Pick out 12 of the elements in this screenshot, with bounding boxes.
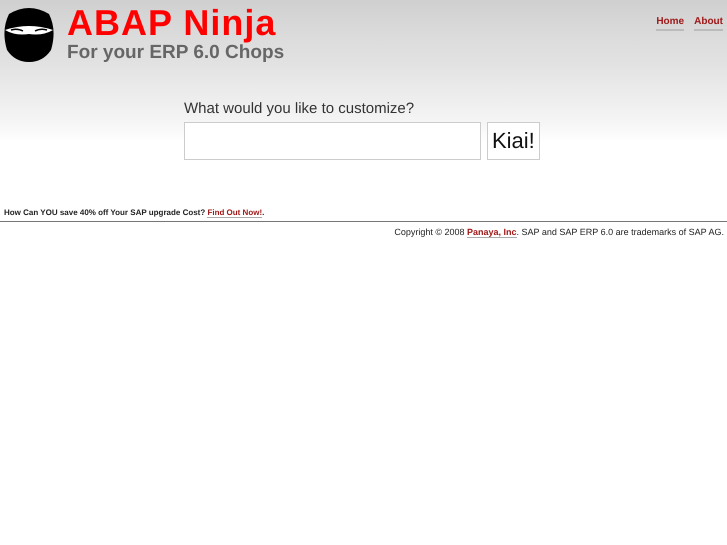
ninja-logo-icon — [3, 6, 55, 62]
nav-link[interactable]: Home — [656, 16, 684, 31]
search-label: What would you like to customize? — [184, 100, 416, 117]
search-field[interactable] — [184, 122, 481, 160]
site-tagline: For your ERP 6.0 Chops — [67, 42, 284, 64]
site-title: ABAP Ninja — [67, 4, 278, 42]
company-link[interactable]: Panaya, Inc — [467, 227, 517, 238]
nav-link[interactable]: About — [694, 16, 723, 31]
promo-text: How Can YOU save 40% off Your SAP upgrade Cost? Find Out Now!. — [4, 208, 266, 220]
kiai-button[interactable]: Kiai! — [487, 122, 540, 160]
find-out-link[interactable]: Find Out Now! — [207, 208, 262, 218]
copyright-text: Copyright © 2008 Panaya, Inc. SAP and SAP ERP 6.0 are trademarks of SAP AG. — [393, 226, 725, 237]
